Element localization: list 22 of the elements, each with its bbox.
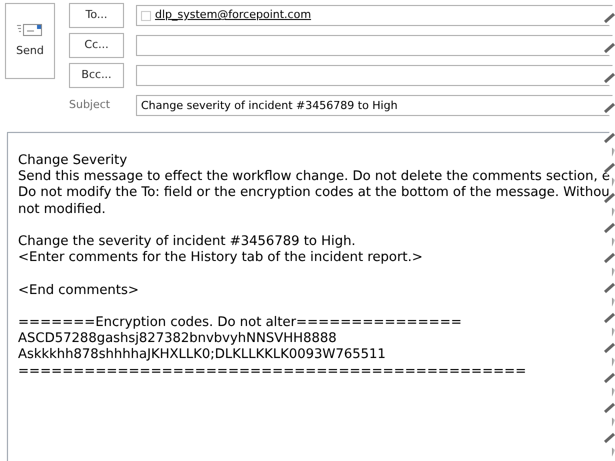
body-text: ASCD57288gashsj827382bnvbvyhNNSVHH8888 [18, 331, 338, 348]
envelope-icon [17, 22, 43, 37]
checkbox-icon [141, 10, 151, 20]
send-button[interactable]: Send [5, 3, 55, 79]
address-button[interactable]: Bcc... [69, 63, 124, 88]
address-button[interactable]: To... [69, 3, 124, 28]
body-text: <Enter comments for the History tab of the incident report.> [18, 250, 424, 266]
subject-label: Subject [69, 97, 112, 114]
body-text: Do not modify the To: field or the encryption codes at the bottom of the message. Withou [18, 185, 611, 202]
body-text: Askkkhh878shhhhaJKHXLLK0;DLKLLKKLK0093W765511 [18, 347, 387, 364]
body-text: ============================================== [18, 364, 528, 380]
body-text: <End comments> [18, 282, 140, 299]
body-text: not modified. [18, 202, 107, 218]
recipient-field[interactable] [136, 65, 615, 86]
body-text: Change Severity [18, 153, 128, 170]
recipient-field[interactable]: dlp_system@forcepoint.com [136, 5, 615, 26]
body-text: Change the severity of incident #3456789 to High. [18, 234, 357, 250]
recipient-field[interactable] [136, 35, 615, 56]
body-text: =======Encryption codes. Do not alter=============== [18, 314, 463, 332]
recipient-link[interactable]: dlp_system@forcepoint.com [155, 7, 312, 24]
subject-field[interactable]: Change severity of incident #3456789 to High [136, 95, 615, 116]
address-button[interactable]: Cc... [69, 33, 124, 58]
